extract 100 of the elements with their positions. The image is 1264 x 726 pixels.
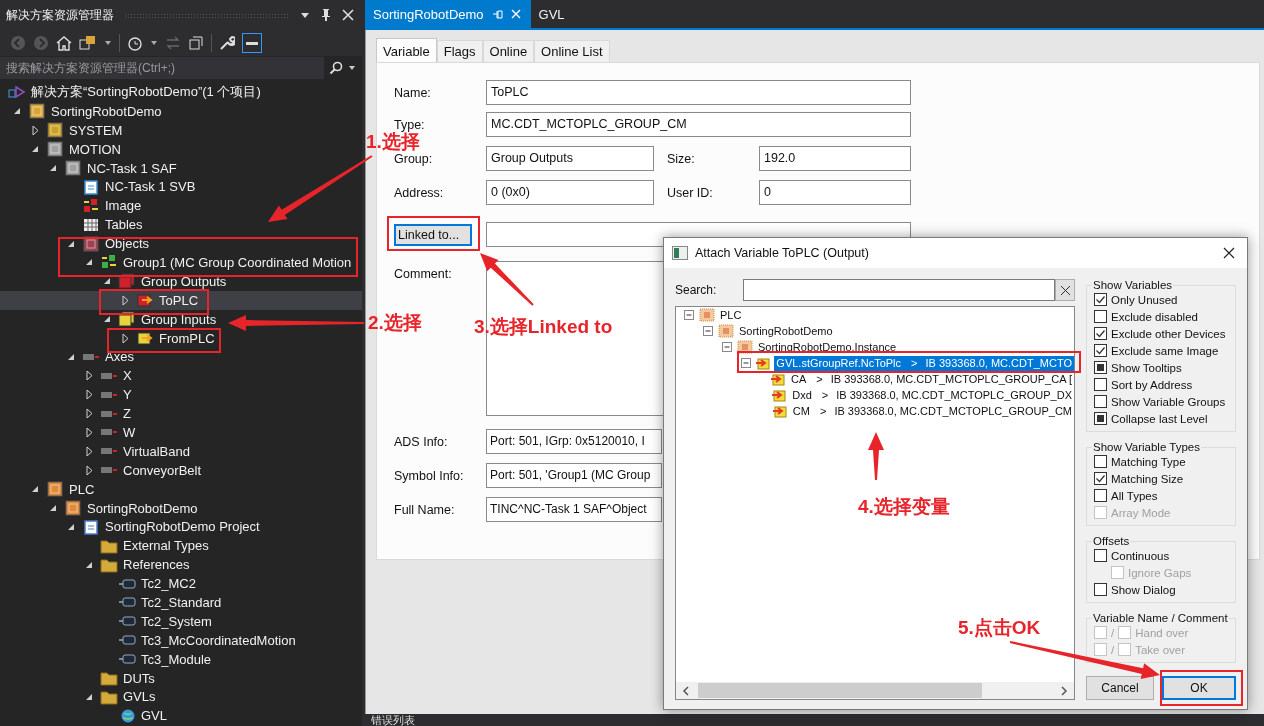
tree-item[interactable]: Tc2_MC2 xyxy=(0,574,362,594)
tree-item-label[interactable]: Tc3_Module xyxy=(141,651,212,667)
tree-item[interactable]: References xyxy=(0,555,362,575)
search-icon[interactable] xyxy=(329,61,343,75)
tree-item-label[interactable]: Z xyxy=(123,406,131,422)
checkbox[interactable] xyxy=(1094,344,1107,357)
collapse-toggle[interactable] xyxy=(684,310,694,320)
checkbox[interactable] xyxy=(1094,378,1107,391)
expand-toggle[interactable] xyxy=(67,522,75,531)
text-field[interactable]: Group Outputs xyxy=(486,146,654,171)
expand-toggle[interactable] xyxy=(85,408,93,420)
home-icon[interactable] xyxy=(56,35,72,51)
tree-item[interactable]: Tc2_Standard xyxy=(0,593,362,612)
checkbox-label[interactable]: Exclude same Image xyxy=(1111,344,1219,357)
cancel-button[interactable]: Cancel xyxy=(1086,676,1154,700)
expand-toggle[interactable] xyxy=(31,124,39,136)
checkbox-label[interactable]: Exclude disabled xyxy=(1111,310,1198,323)
tree-item-label[interactable]: Tc3_McCoordinatedMotion xyxy=(141,632,296,648)
tree-item[interactable]: GVL xyxy=(0,706,362,726)
close-icon[interactable] xyxy=(1223,247,1235,259)
property-tab[interactable]: Flags xyxy=(436,40,483,62)
expand-toggle[interactable] xyxy=(121,332,129,344)
expand-toggle[interactable] xyxy=(67,352,75,361)
expand-toggle[interactable] xyxy=(85,258,93,267)
checkbox-label[interactable]: Matching Size xyxy=(1111,472,1184,485)
tree-item[interactable]: GVLs xyxy=(0,687,362,707)
checkbox[interactable] xyxy=(1094,327,1107,340)
document-tab[interactable]: GVL xyxy=(530,0,573,28)
text-field[interactable]: Port: 501, 'Group1 (MC Group xyxy=(486,463,662,488)
expand-toggle[interactable] xyxy=(31,485,39,494)
tree-item-label[interactable]: Tc2_MC2 xyxy=(141,576,196,592)
expand-toggle[interactable] xyxy=(85,560,93,569)
tree-item-label[interactable]: ToPLC xyxy=(159,292,199,308)
tree-item-label[interactable]: W xyxy=(123,424,136,440)
tree-item[interactable]: CA > IB 393368.0, MC.CDT_MCTOPLC_GROUP_CA [ xyxy=(789,371,1074,387)
tree-item[interactable]: X xyxy=(0,366,362,386)
tree-item[interactable]: VirtualBand xyxy=(0,441,362,461)
tree-item[interactable]: CM > IB 393368.0, MC.CDT_MCTOPLC_GROUP_CM xyxy=(790,403,1074,419)
text-field[interactable]: 192.0 xyxy=(759,146,911,171)
text-field[interactable]: TINC^NC-Task 1 SAF^Object xyxy=(486,497,662,522)
tree-item[interactable]: Group1 (MC Group Coordinated Motion xyxy=(0,253,362,272)
tree-item[interactable]: Z xyxy=(0,404,362,424)
horizontal-scrollbar[interactable] xyxy=(676,682,1074,699)
tree-item-label[interactable]: GVLs xyxy=(123,689,156,705)
tree-item[interactable]: Tables xyxy=(0,215,362,235)
text-field[interactable]: 0 xyxy=(759,180,911,205)
pin-icon[interactable] xyxy=(320,8,332,22)
checkbox[interactable] xyxy=(1094,583,1107,596)
checkbox-label[interactable]: Exclude other Devices xyxy=(1111,327,1226,340)
search-field[interactable] xyxy=(743,279,1055,301)
tree-item[interactable]: Group Outputs xyxy=(0,271,362,291)
tree-item[interactable]: SortingRobotDemo Project xyxy=(0,517,362,537)
checkbox-label[interactable]: Show Tooltips xyxy=(1111,361,1182,374)
tree-item-label[interactable]: Group Outputs xyxy=(141,273,227,289)
checkbox-label[interactable]: Show Dialog xyxy=(1111,583,1176,596)
clear-search-button[interactable] xyxy=(1055,279,1075,301)
checkbox-label[interactable]: Only Unused xyxy=(1111,293,1178,306)
collapse-toggle[interactable] xyxy=(722,342,732,352)
caret-icon[interactable] xyxy=(150,39,158,47)
tree-item-label[interactable]: 解决方案“SortingRobotDemo”(1 个项目) xyxy=(31,83,261,102)
preview-toggle-button[interactable] xyxy=(242,33,262,53)
checkbox[interactable] xyxy=(1094,293,1107,306)
checkbox[interactable] xyxy=(1094,472,1107,485)
checkbox[interactable] xyxy=(1094,395,1107,408)
scroll-left-icon[interactable] xyxy=(682,685,690,696)
collapse-all-icon[interactable] xyxy=(188,35,204,51)
tree-item[interactable]: ConveyorBelt xyxy=(0,460,362,480)
tree-item[interactable]: GVL.stGroupRef.NcToPlc > IB 393368.0, MC.CDT_MCTO xyxy=(774,355,1074,371)
sync-icon[interactable] xyxy=(165,35,181,51)
tree-item[interactable]: SortingRobotDemo.Instance xyxy=(756,339,1074,355)
search-field[interactable]: 搜索解决方案资源管理器(Ctrl+;) xyxy=(0,57,324,79)
property-tab[interactable]: Variable xyxy=(376,38,437,62)
ok-button[interactable]: OK xyxy=(1162,676,1236,700)
tree-item[interactable]: DUTs xyxy=(0,668,362,688)
expand-toggle[interactable] xyxy=(67,239,75,248)
property-tab[interactable]: Online xyxy=(482,40,535,62)
clock-icon[interactable] xyxy=(127,35,143,51)
expand-toggle[interactable] xyxy=(49,164,57,172)
caret-icon[interactable] xyxy=(348,64,356,72)
checkbox-label[interactable]: Show Variable Groups xyxy=(1111,395,1226,408)
tree-item[interactable]: SortingRobotDemo xyxy=(0,498,362,518)
tree-item[interactable]: Axes xyxy=(0,347,362,367)
tree-item[interactable]: Tc3_McCoordinatedMotion xyxy=(0,630,362,650)
checkbox-label[interactable]: Collapse last Level xyxy=(1111,412,1208,425)
expand-toggle[interactable] xyxy=(103,315,111,324)
expand-toggle[interactable] xyxy=(49,504,57,513)
expand-toggle[interactable] xyxy=(85,464,93,476)
tree-item-label[interactable]: NC-Task 1 SVB xyxy=(105,179,196,195)
tree-item-label[interactable]: DUTs xyxy=(123,670,155,686)
tree-item-label[interactable]: External Types xyxy=(123,538,209,554)
tree-item-label[interactable]: X xyxy=(123,368,132,384)
tree-item[interactable]: NC-Task 1 SVB xyxy=(0,177,362,197)
tree-item[interactable]: Objects xyxy=(0,234,362,253)
wrench-icon[interactable] xyxy=(219,35,235,51)
tree-item-label[interactable]: Group1 (MC Group Coordinated Motion xyxy=(123,254,352,270)
expand-toggle[interactable] xyxy=(85,692,93,701)
tree-item[interactable]: 解决方案“SortingRobotDemo”(1 个项目) xyxy=(0,83,362,102)
tree-item[interactable]: Tc2_System xyxy=(0,611,362,631)
tree-item[interactable]: PLC xyxy=(718,307,1074,323)
expand-toggle[interactable] xyxy=(85,389,93,401)
